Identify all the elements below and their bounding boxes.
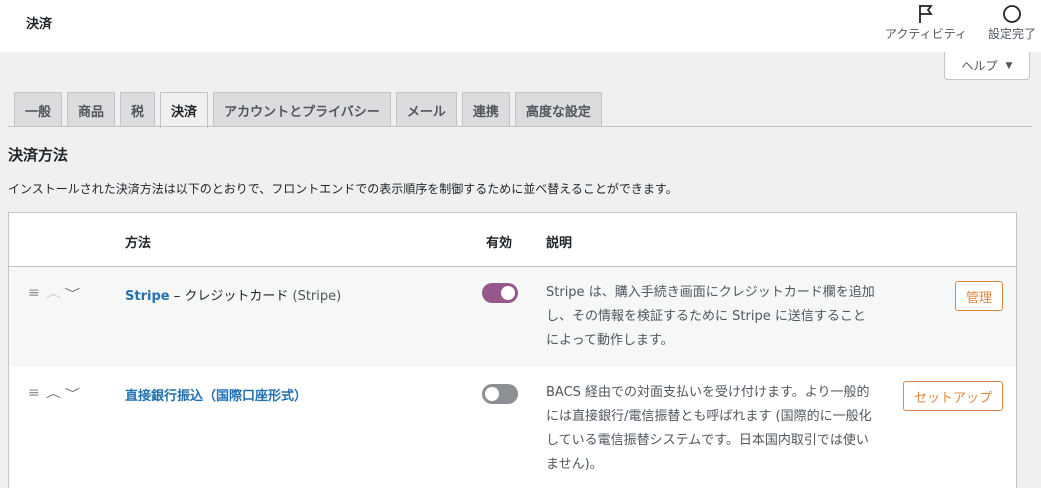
method-description: BACS 経由での対面支払いを受け付けます。より一般的には直接銀行/電信振替とも…: [546, 385, 872, 472]
method-name: Stripe – クレジットカード (Stripe): [125, 285, 341, 304]
activity-button[interactable]: アクティビティ: [878, 3, 974, 42]
tab-integration[interactable]: 連携: [461, 92, 510, 127]
section-title: 決済方法: [8, 146, 69, 164]
top-bar: 決済 アクティビティ 設定完了: [0, 0, 1041, 52]
toggle-knob: [501, 286, 515, 300]
tab-tax[interactable]: 税: [120, 92, 156, 127]
tab-payments[interactable]: 決済: [160, 92, 209, 128]
enable-toggle[interactable]: [482, 283, 518, 303]
caret-down-icon: ▼: [1005, 60, 1013, 71]
settings-tabs: 一般 商品 税 決済 アカウントとプライバシー メール 連携 高度な設定: [14, 92, 602, 128]
method-id: (Stripe): [288, 289, 342, 304]
header-description: 説明: [546, 236, 573, 251]
move-down-icon[interactable]: ﹀: [65, 385, 80, 401]
tab-products[interactable]: 商品: [67, 92, 116, 127]
help-label: ヘルプ: [961, 59, 998, 73]
section-description: インストールされた決済方法は以下のとおりで、フロントエンドでの表示順序を制御する…: [8, 182, 678, 196]
tab-email[interactable]: メール: [395, 92, 457, 127]
tab-advanced[interactable]: 高度な設定: [514, 92, 602, 127]
table-row: ≡ ︿ ﹀ Stripe – クレジットカード (Stripe) Stripe …: [9, 267, 1016, 367]
move-up-icon[interactable]: ︿: [46, 285, 61, 301]
sort-controls: ≡ ︿ ﹀: [28, 285, 80, 301]
move-up-icon[interactable]: ︿: [46, 385, 61, 401]
tab-accounts-privacy[interactable]: アカウントとプライバシー: [213, 92, 391, 127]
sort-controls: ≡ ︿ ﹀: [28, 385, 80, 401]
progress-circle-icon: [1003, 5, 1021, 23]
payment-methods-table: 方法 有効 説明 ≡ ︿ ﹀ Stripe – クレジットカード (Stripe…: [8, 212, 1017, 488]
toggle-knob: [485, 387, 499, 401]
method-link[interactable]: 直接銀行振込（国際口座形式）: [125, 389, 307, 404]
setup-button[interactable]: セットアップ: [903, 381, 1003, 411]
table-row: ≡ ︿ ﹀ 直接銀行振込（国際口座形式） BACS 経由での対面支払いを受け付け…: [9, 367, 1016, 488]
method-separator: –: [169, 289, 185, 304]
table-header: 方法 有効 説明: [9, 213, 1016, 267]
tab-general[interactable]: 一般: [14, 92, 63, 127]
method-subtitle: クレジットカード: [184, 289, 289, 304]
method-description: Stripe は、購入手続き画面にクレジットカード欄を追加し、その情報を検証する…: [546, 285, 875, 348]
method-link[interactable]: Stripe: [125, 289, 170, 304]
drag-handle-icon[interactable]: ≡: [28, 285, 40, 301]
header-enabled: 有効: [486, 236, 513, 251]
drag-handle-icon[interactable]: ≡: [28, 385, 40, 401]
flag-icon: [919, 5, 933, 23]
help-button[interactable]: ヘルプ ▼: [944, 52, 1030, 80]
activity-label: アクティビティ: [885, 27, 967, 41]
header-method: 方法: [125, 236, 152, 251]
tab-divider: [8, 126, 1032, 127]
move-down-icon[interactable]: ﹀: [65, 285, 80, 301]
enable-toggle[interactable]: [482, 384, 518, 404]
finish-setup-button[interactable]: 設定完了: [984, 3, 1040, 42]
finish-setup-label: 設定完了: [987, 27, 1036, 41]
method-name: 直接銀行振込（国際口座形式）: [125, 385, 307, 404]
page-title: 決済: [26, 17, 53, 32]
manage-button[interactable]: 管理: [955, 281, 1003, 311]
